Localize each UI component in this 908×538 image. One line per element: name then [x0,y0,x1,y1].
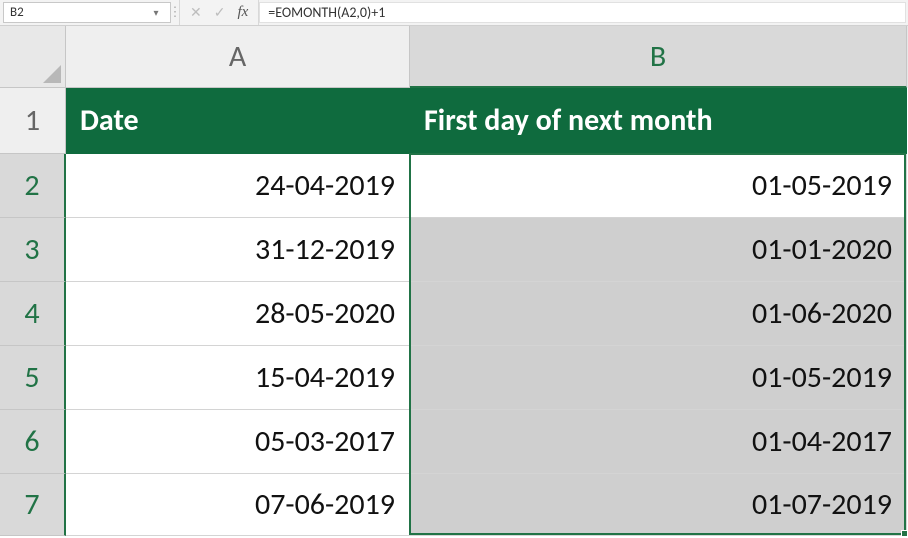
row-header-5[interactable]: 5 [0,346,66,410]
column-header-B[interactable]: B [410,26,907,88]
cell-B3[interactable]: 01-01-2020 [410,218,907,282]
cell-A6[interactable]: 05-03-2017 [66,410,410,474]
column-headers: AB [66,26,908,88]
cell-A1[interactable]: Date [66,88,410,154]
row-header-6[interactable]: 6 [0,410,66,474]
cell-A2[interactable]: 24-04-2019 [66,154,410,218]
name-box-dropdown-icon[interactable]: ▾ [148,6,164,19]
cell-B6[interactable]: 01-04-2017 [410,410,907,474]
cell-B7[interactable]: 01-07-2019 [410,474,907,536]
row-headers: 1234567 [0,88,66,536]
formula-bar: B2 ▾ ⋮ ✕ ✓ fx =EOMONTH(A2,0)+1 [0,0,908,26]
cell-A7[interactable]: 07-06-2019 [66,474,410,536]
row-header-1[interactable]: 1 [0,88,66,154]
enter-icon[interactable]: ✓ [214,6,226,20]
cell-A4[interactable]: 28-05-2020 [66,282,410,346]
row-header-7[interactable]: 7 [0,474,66,536]
fx-icon[interactable]: fx [237,5,248,20]
cell-B1[interactable]: First day of next month [410,88,907,154]
row-header-2[interactable]: 2 [0,154,66,218]
row-header-3[interactable]: 3 [0,218,66,282]
cell-B5[interactable]: 01-05-2019 [410,346,907,410]
name-box-value: B2 [10,5,148,20]
formula-text: =EOMONTH(A2,0)+1 [268,4,385,21]
cell-A5[interactable]: 15-04-2019 [66,346,410,410]
row-header-4[interactable]: 4 [0,282,66,346]
cell-A3[interactable]: 31-12-2019 [66,218,410,282]
formula-bar-buttons: ✕ ✓ fx [179,0,259,25]
select-all-corner[interactable] [0,26,66,88]
cancel-icon[interactable]: ✕ [190,6,202,20]
formula-input[interactable]: =EOMONTH(A2,0)+1 [259,2,906,23]
name-box[interactable]: B2 ▾ [3,2,171,23]
column-header-A[interactable]: A [66,26,410,88]
cell-B2[interactable]: 01-05-2019 [410,154,907,218]
formula-bar-separator: ⋮ [171,0,179,25]
cell-B4[interactable]: 01-06-2020 [410,282,907,346]
cells-area: DateFirst day of next month24-04-201901-… [66,88,907,536]
